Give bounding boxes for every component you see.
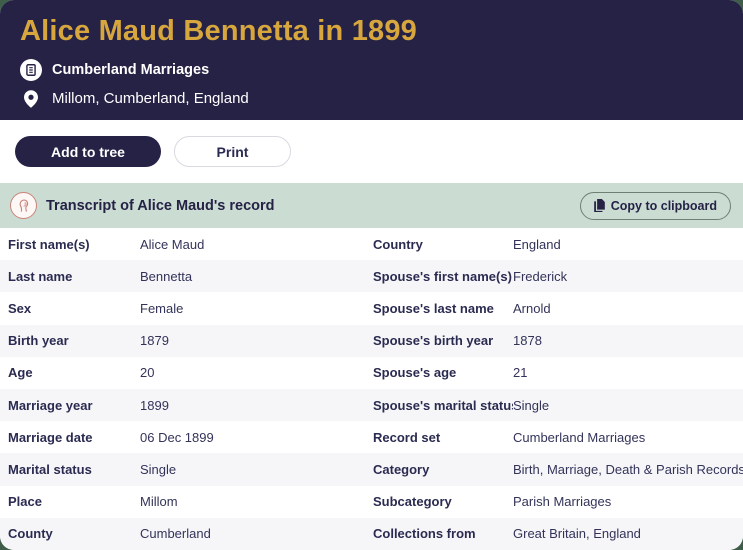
field-value-right: 21 [513,365,528,381]
record-table: First name(s) Alice Maud Country England… [0,228,743,550]
field-value-left: Single [140,461,177,477]
print-button[interactable]: Print [174,136,291,167]
field-label-right: Collections from [373,526,476,542]
register-book-icon [20,58,42,81]
table-row: Sex Female Spouse's last name Arnold [0,292,743,324]
table-row: Marital status Single Category Birth, Ma… [0,453,743,486]
field-label-left: Marriage date [8,429,93,445]
field-label-right: Spouse's age [373,365,457,381]
portrait-icon [10,192,37,219]
table-row: Age 20 Spouse's age 21 [0,357,743,389]
table-row: Last name Bennetta Spouse's first name(s… [0,260,743,293]
field-value-left: Bennetta [140,268,193,284]
copy-icon [593,199,605,212]
field-value-left: 1899 [140,397,169,413]
field-label-right: Spouse's first name(s) [373,268,512,284]
field-label-left: Last name [8,268,73,284]
field-value-left: 06 Dec 1899 [140,429,214,445]
field-value-right: England [513,236,561,252]
table-row: Birth year 1879 Spouse's birth year 1878 [0,324,743,357]
field-value-left: Cumberland [140,526,211,542]
copy-to-clipboard-button[interactable]: Copy to clipboard [579,191,731,220]
action-bar: Add to tree Print [0,120,743,183]
field-value-left: Alice Maud [140,236,205,252]
record-set-label: Cumberland Marriages [52,61,210,78]
field-value-left: 1879 [140,333,169,349]
location-row: Millom, Cumberland, England [20,90,723,108]
field-value-right: Birth, Marriage, Death & Parish Records [513,461,743,477]
field-label-left: Place [8,494,42,510]
location-pin-icon [20,90,42,108]
field-label-right: Spouse's birth year [373,333,494,349]
field-label-right: Subcategory [373,494,452,510]
record-page: Alice Maud Bennetta in 1899 Cumberland M… [0,0,743,550]
field-label-right: Category [373,461,430,477]
record-set-row: Cumberland Marriages [20,58,723,81]
field-value-right: 1878 [513,333,542,349]
hero-header: Alice Maud Bennetta in 1899 Cumberland M… [0,0,743,120]
field-label-left: Marriage year [8,397,93,413]
table-row: Marriage date 06 Dec 1899 Record set Cum… [0,421,743,453]
field-label-left: First name(s) [8,236,90,252]
table-row: Place Millom Subcategory Parish Marriage… [0,486,743,518]
field-value-right: Great Britain, England [513,526,641,542]
field-value-right: Parish Marriages [513,494,612,510]
field-value-right: Single [513,397,550,413]
field-value-left: 20 [140,365,155,381]
field-value-left: Millom [140,494,178,510]
transcript-title: Transcript of Alice Maud's record [46,197,275,214]
field-label-right: Spouse's last name [373,300,494,316]
table-row: First name(s) Alice Maud Country England [0,228,743,260]
field-label-left: Sex [8,300,32,316]
field-value-right: Cumberland Marriages [513,429,646,445]
field-label-right: Spouse's marital status [373,397,513,413]
field-label-left: Age [8,365,33,381]
table-row: County Cumberland Collections from Great… [0,517,743,550]
field-label-right: Record set [373,429,441,445]
add-to-tree-button[interactable]: Add to tree [15,136,161,167]
location-label: Millom, Cumberland, England [52,90,249,108]
table-row: Marriage year 1899 Spouse's marital stat… [0,388,743,422]
field-label-right: Country [373,236,423,252]
page-title: Alice Maud Bennetta in 1899 [20,15,418,47]
copy-button-label: Copy to clipboard [610,198,717,213]
field-value-right: Arnold [513,300,551,316]
field-label-left: Marital status [8,461,92,477]
field-label-left: Birth year [8,333,69,349]
field-value-left: Female [140,300,184,316]
transcript-header: Transcript of Alice Maud's record Copy t… [0,183,743,228]
field-value-right: Frederick [513,268,568,284]
field-label-left: County [8,526,53,542]
